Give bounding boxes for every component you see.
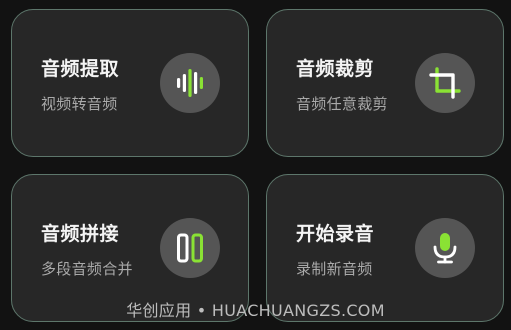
card-subtitle: 音频任意裁剪 xyxy=(296,95,388,113)
card-title: 开始录音 xyxy=(296,223,375,245)
card-title: 音频裁剪 xyxy=(296,58,375,80)
feature-grid: 音频提取 视频转音频 音频裁剪 音频任意裁剪 音频拼接 多段音频合并 开始录音 … xyxy=(0,0,511,330)
card-subtitle: 录制新音频 xyxy=(296,260,373,278)
crop-icon xyxy=(415,53,475,113)
merge-icon xyxy=(160,218,220,278)
sound-wave-icon xyxy=(160,53,220,113)
card-title: 音频拼接 xyxy=(41,223,120,245)
card-title: 音频提取 xyxy=(41,58,120,80)
card-subtitle: 多段音频合并 xyxy=(41,260,133,278)
watermark-text: 华创应用 • HUACHUANGZS.COM xyxy=(126,301,385,320)
audio-extract-card[interactable]: 音频提取 视频转音频 xyxy=(11,9,249,157)
card-subtitle: 视频转音频 xyxy=(41,95,118,113)
audio-crop-card[interactable]: 音频裁剪 音频任意裁剪 xyxy=(266,9,504,157)
microphone-icon xyxy=(415,218,475,278)
